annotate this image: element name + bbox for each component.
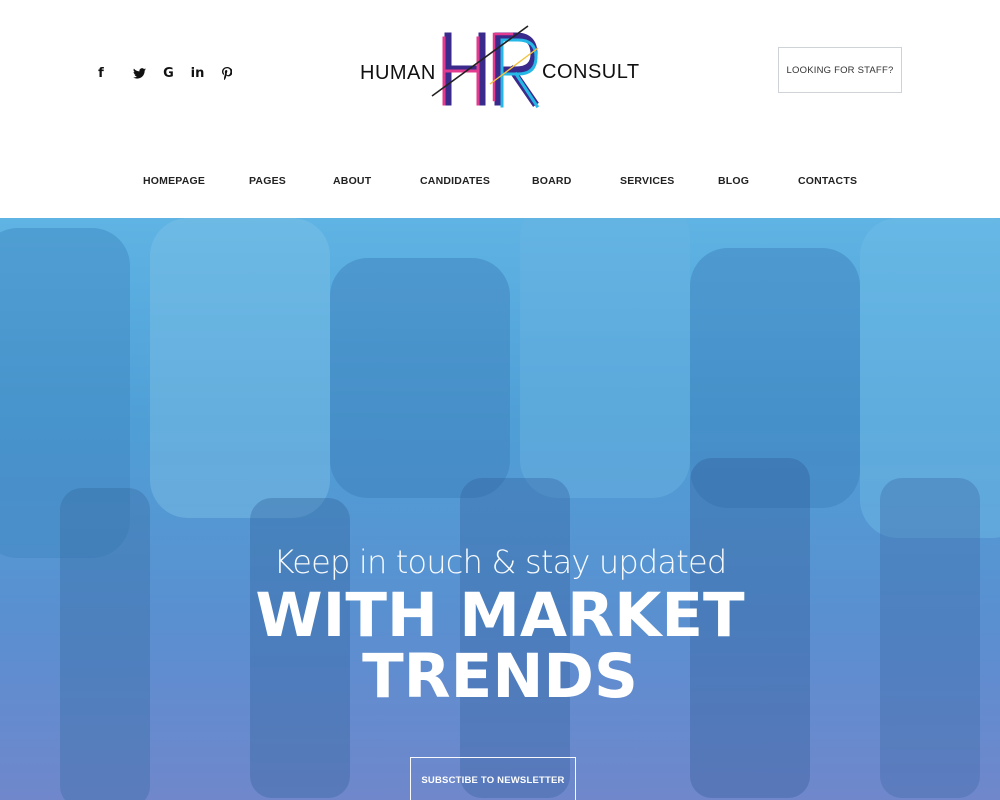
hero-background-figure (520, 218, 690, 498)
hero-background-figure (150, 218, 330, 518)
hero-subtitle: Keep in touch & stay updated (273, 543, 728, 581)
hero-title-line-2: TRENDS (362, 641, 638, 712)
nav-item-board[interactable]: BOARD (532, 175, 572, 187)
linkedin-icon[interactable]: in (183, 66, 212, 81)
site-logo[interactable]: HUMAN CONSULT (358, 24, 639, 116)
logo-mark-icon (431, 25, 540, 109)
nav-item-homepage[interactable]: HOMEPAGE (143, 175, 205, 187)
hero-title-line-1: WITH MARKET (255, 580, 745, 651)
hero-section: Keep in touch & stay updated WITH MARKET… (0, 218, 1000, 800)
facebook-icon[interactable]: f (96, 66, 106, 81)
nav-item-services[interactable]: SERVICES (620, 175, 675, 187)
nav-item-about[interactable]: ABOUT (333, 175, 371, 187)
logo-text-right: CONSULT (542, 61, 640, 83)
google-icon[interactable]: G (154, 66, 183, 81)
nav-item-blog[interactable]: BLOG (718, 175, 749, 187)
subscribe-newsletter-button[interactable]: SUBSCTIBE TO NEWSLETTER (410, 757, 576, 800)
hero-title: WITH MARKET TRENDS (0, 585, 1000, 707)
hero-background-figure (330, 258, 510, 498)
site-header: f G in HUMAN CONSULT LOOKING FOR STAFF? … (0, 0, 1000, 218)
twitter-icon[interactable] (125, 66, 154, 80)
nav-item-contacts[interactable]: CONTACTS (798, 175, 857, 187)
looking-for-staff-button[interactable]: LOOKING FOR STAFF? (778, 47, 902, 93)
nav-item-candidates[interactable]: CANDIDATES (420, 175, 490, 187)
logo-text-left: HUMAN (360, 62, 436, 84)
main-nav: HOMEPAGE PAGES ABOUT CANDIDATES BOARD SE… (0, 175, 1000, 189)
pinterest-icon[interactable] (212, 66, 241, 80)
social-links: f G in (96, 66, 241, 81)
nav-item-pages[interactable]: PAGES (249, 175, 286, 187)
